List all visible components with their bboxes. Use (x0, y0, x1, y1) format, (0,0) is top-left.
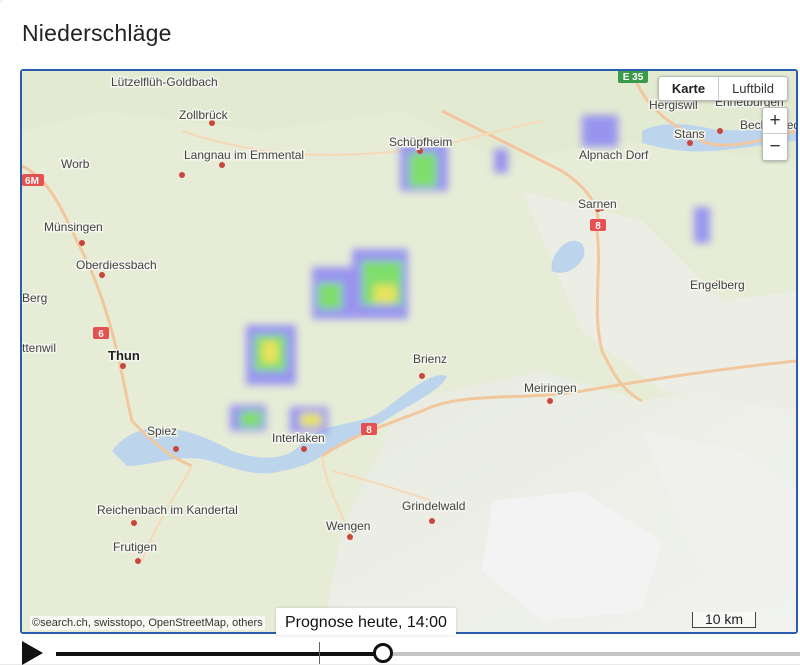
label-worb: Worb (61, 157, 90, 171)
label-wengen: Wengen (326, 519, 370, 533)
road-shield-8-sarnen: 8 (595, 221, 601, 232)
forecast-time-label: Prognose heute, 14:00 (276, 608, 456, 635)
timeline-track[interactable] (56, 652, 800, 656)
label-alpnach: Alpnach Dorf (579, 148, 649, 162)
zoom-control: + − (762, 107, 788, 161)
label-schuepfheim: Schüpfheim (389, 135, 452, 149)
label-sarnen: Sarnen (578, 197, 617, 211)
label-ttenwil: ttenwil (22, 341, 56, 355)
label-stans: Stans (674, 127, 705, 141)
label-grindelwald: Grindelwald (402, 499, 465, 513)
play-icon[interactable] (22, 641, 43, 665)
timeline-slider-handle[interactable] (373, 643, 394, 663)
timeline-progress (56, 652, 384, 656)
label-reichenbach: Reichenbach im Kandertal (97, 503, 238, 517)
zoom-out-button[interactable]: − (763, 134, 787, 160)
road-shield-e35: E 35 (623, 72, 644, 83)
precipitation-map[interactable]: E 35 6 8 8 6M Lützelflüh-Goldbach Zollbr… (20, 69, 798, 634)
label-berg: Berg (22, 291, 47, 305)
current-time-marker (319, 642, 320, 664)
layer-karte-button[interactable]: Karte (659, 77, 718, 100)
road-shield-6m: 6M (25, 176, 39, 187)
label-spiez: Spiez (147, 424, 177, 438)
map-layer-toggle: Karte Luftbild (657, 76, 788, 101)
page-title: Niederschläge (22, 20, 172, 46)
layer-luftbild-button[interactable]: Luftbild (718, 77, 787, 100)
label-langnau: Langnau im Emmental (184, 148, 304, 162)
scale-bar: 10 km (692, 612, 756, 628)
map-canvas[interactable]: E 35 6 8 8 6M Lützelflüh-Goldbach Zollbr… (22, 71, 796, 632)
zoom-in-button[interactable]: + (763, 108, 787, 134)
label-zollbrueck: Zollbrück (179, 108, 229, 122)
road-shield-6: 6 (98, 329, 104, 340)
label-thun: Thun (108, 348, 140, 363)
map-attribution: ©search.ch, swisstopo, OpenStreetMap, ot… (30, 616, 265, 630)
label-muensingen: Münsingen (44, 220, 103, 234)
label-frutigen: Frutigen (113, 540, 157, 554)
forecast-timeline (0, 634, 800, 665)
label-luetzelflueh: Lützelflüh-Goldbach (111, 75, 218, 89)
label-interlaken: Interlaken (272, 431, 325, 445)
precipitation-card: Niederschläge E 35 6 8 8 6M Lützelflüh-G… (0, 0, 800, 665)
label-meiringen: Meiringen (524, 381, 577, 395)
road-shield-8-lake: 8 (366, 425, 372, 436)
label-engelberg: Engelberg (690, 278, 745, 292)
label-brienz: Brienz (413, 352, 447, 366)
label-oberdiessbach: Oberdiessbach (76, 258, 157, 272)
